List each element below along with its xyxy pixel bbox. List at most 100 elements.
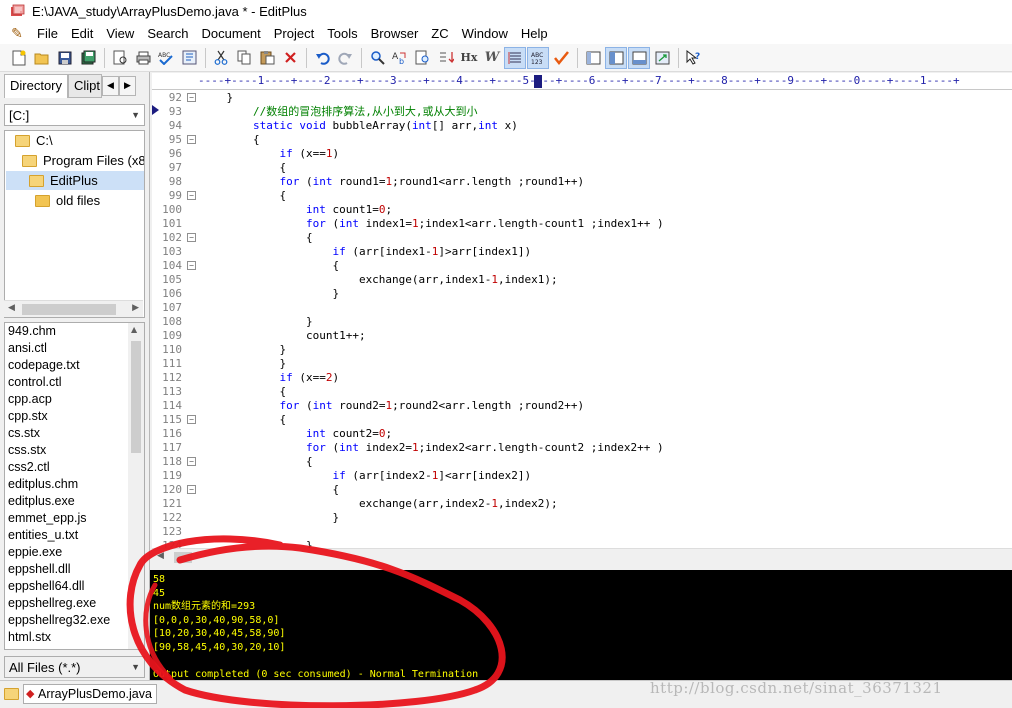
code-line[interactable]: 123 <box>152 525 1012 539</box>
delete-icon[interactable] <box>279 47 301 69</box>
menu-help[interactable]: Help <box>516 26 556 41</box>
file-list-item[interactable]: control.ctl <box>5 374 144 391</box>
print-icon[interactable] <box>132 47 154 69</box>
file-list-item[interactable]: css2.ctl <box>5 459 144 476</box>
file-list-item[interactable]: emmet_epp.js <box>5 510 144 527</box>
output-window-icon[interactable] <box>628 46 650 69</box>
code-line[interactable]: 118− { <box>152 455 1012 469</box>
file-list-item[interactable]: 949.chm <box>5 323 144 340</box>
file-list-item[interactable]: entities_u.txt <box>5 527 144 544</box>
fold-toggle-icon[interactable]: − <box>187 457 196 466</box>
file-list-item[interactable]: eppie.exe <box>5 544 144 561</box>
code-line[interactable]: 92− } <box>152 91 1012 105</box>
scrollbar-thumb[interactable] <box>174 552 192 563</box>
code-line[interactable]: 98 for (int round1=1;round1<arr.length ;… <box>152 175 1012 189</box>
fold-toggle-icon[interactable]: − <box>187 261 196 270</box>
directory-window-icon[interactable] <box>605 46 627 69</box>
scroll-left-arrow-icon[interactable]: ◀ <box>157 551 164 561</box>
directory-tree-scrollbar[interactable]: ◀ ▶ <box>4 300 143 317</box>
scroll-right-arrow-icon[interactable]: ▶ <box>132 303 139 313</box>
dir-item-editplus[interactable]: EditPlus <box>6 171 144 190</box>
code-line[interactable]: 101 for (int index1=1;index1<arr.length-… <box>152 217 1012 231</box>
code-line[interactable]: 107 <box>152 301 1012 315</box>
fold-toggle-icon[interactable]: − <box>187 415 196 424</box>
undo-icon[interactable] <box>311 47 333 69</box>
code-line[interactable]: 103 if (arr[index1-1]>arr[index1]) <box>152 245 1012 259</box>
code-line[interactable]: 104− { <box>152 259 1012 273</box>
print-preview-icon[interactable] <box>109 47 131 69</box>
output-window[interactable]: 58 45 num数组元素的和=293 [0,0,0,30,40,90,58,0] [1… <box>150 570 1012 680</box>
code-line[interactable]: 115− { <box>152 413 1012 427</box>
code-line[interactable]: 102− { <box>152 231 1012 245</box>
check-icon[interactable] <box>550 47 572 69</box>
code-line[interactable]: 110 } <box>152 343 1012 357</box>
code-line[interactable]: 121 exchange(arr,index2-1,index2); <box>152 497 1012 511</box>
code-line[interactable]: 97 { <box>152 161 1012 175</box>
fold-toggle-icon[interactable]: − <box>187 233 196 242</box>
menu-view[interactable]: View <box>101 26 142 41</box>
menu-search[interactable]: Search <box>142 26 196 41</box>
find-icon[interactable] <box>366 47 388 69</box>
fold-toggle-icon[interactable]: − <box>187 191 196 200</box>
code-line[interactable]: 117 for (int index2=1;index2<arr.length-… <box>152 441 1012 455</box>
code-line[interactable]: 99− { <box>152 189 1012 203</box>
menu-file[interactable]: File <box>32 26 66 41</box>
save-all-icon[interactable] <box>77 47 99 69</box>
scrollbar-thumb[interactable] <box>22 304 116 315</box>
tab-scroll-left-icon[interactable]: ◀ <box>102 76 120 96</box>
dir-item-c-drive[interactable]: C:\ <box>15 131 53 150</box>
code-line[interactable]: 112 if (x==2) <box>152 371 1012 385</box>
tab-scroll-right-icon[interactable]: ▶ <box>119 76 137 96</box>
browser-preview-icon[interactable] <box>178 47 200 69</box>
code-line[interactable]: 108 } <box>152 315 1012 329</box>
help-icon[interactable]: ? <box>683 47 705 69</box>
tab-directory[interactable]: Directory <box>4 74 69 98</box>
file-list-item[interactable]: css.stx <box>5 442 144 459</box>
replace-icon[interactable]: Ab <box>389 47 411 69</box>
code-line[interactable]: 111 } <box>152 357 1012 371</box>
menu-tools[interactable]: Tools <box>322 26 365 41</box>
code-line[interactable]: 120− { <box>152 483 1012 497</box>
scrollbar-thumb[interactable] <box>131 341 141 453</box>
code-line[interactable]: 113 { <box>152 385 1012 399</box>
full-screen-icon[interactable] <box>651 47 673 69</box>
file-list-item[interactable]: codepage.txt <box>5 357 144 374</box>
file-list-item[interactable]: ansi.ctl <box>5 340 144 357</box>
code-line[interactable]: 94 static void bubbleArray(int[] arr,int… <box>152 119 1012 133</box>
file-list-scrollbar[interactable]: ▲ <box>128 323 144 649</box>
hex-view-icon[interactable]: Hx <box>458 47 480 69</box>
column-select-icon[interactable]: ABC 123 <box>527 46 549 69</box>
menu-project[interactable]: Project <box>269 26 322 41</box>
file-list-item[interactable]: eppshellreg32.exe <box>5 612 144 629</box>
code-line[interactable]: 122 } <box>152 511 1012 525</box>
menu-edit[interactable]: Edit <box>66 26 101 41</box>
code-editor[interactable]: 92− } 93 //数组的冒泡排序算法,从小到大,或从大到小 94 static … <box>152 90 1012 548</box>
redo-icon[interactable] <box>334 47 356 69</box>
code-line[interactable]: 105 exchange(arr,index1-1,index1); <box>152 273 1012 287</box>
file-list-item[interactable]: editplus.chm <box>5 476 144 493</box>
file-list-item[interactable]: html.stx <box>5 629 144 646</box>
editor-horizontal-scrollbar[interactable]: ◀ <box>152 548 1012 565</box>
scroll-left-arrow-icon[interactable]: ◀ <box>8 303 15 313</box>
file-list-item[interactable]: cs.stx <box>5 425 144 442</box>
code-line[interactable]: 100 int count1=0; <box>152 203 1012 217</box>
menu-zc[interactable]: ZC <box>426 26 456 41</box>
cliptext-window-icon[interactable] <box>582 47 604 69</box>
word-wrap-icon[interactable]: W <box>481 47 503 69</box>
document-tab[interactable]: ◆ ArrayPlusDemo.java <box>4 683 157 705</box>
file-list-item[interactable]: editplus.exe <box>5 493 144 510</box>
open-folder-icon[interactable] <box>31 47 53 69</box>
cut-icon[interactable] <box>210 47 232 69</box>
code-line[interactable]: 124 } <box>152 539 1012 548</box>
file-list-item[interactable]: eppshellreg.exe <box>5 595 144 612</box>
find-in-files-icon[interactable] <box>412 47 434 69</box>
line-number-icon[interactable] <box>504 46 526 69</box>
new-file-icon[interactable] <box>8 47 30 69</box>
file-list-item[interactable]: cpp.acp <box>5 391 144 408</box>
dir-item-program-files[interactable]: Program Files (x86) <box>22 151 144 170</box>
code-line[interactable]: 93 //数组的冒泡排序算法,从小到大,或从大到小 <box>152 105 1012 119</box>
code-line[interactable]: 96 if (x==1) <box>152 147 1012 161</box>
menu-browser[interactable]: Browser <box>366 26 427 41</box>
fold-toggle-icon[interactable]: − <box>187 485 196 494</box>
tab-cliptext[interactable]: Clipt <box>68 74 103 98</box>
